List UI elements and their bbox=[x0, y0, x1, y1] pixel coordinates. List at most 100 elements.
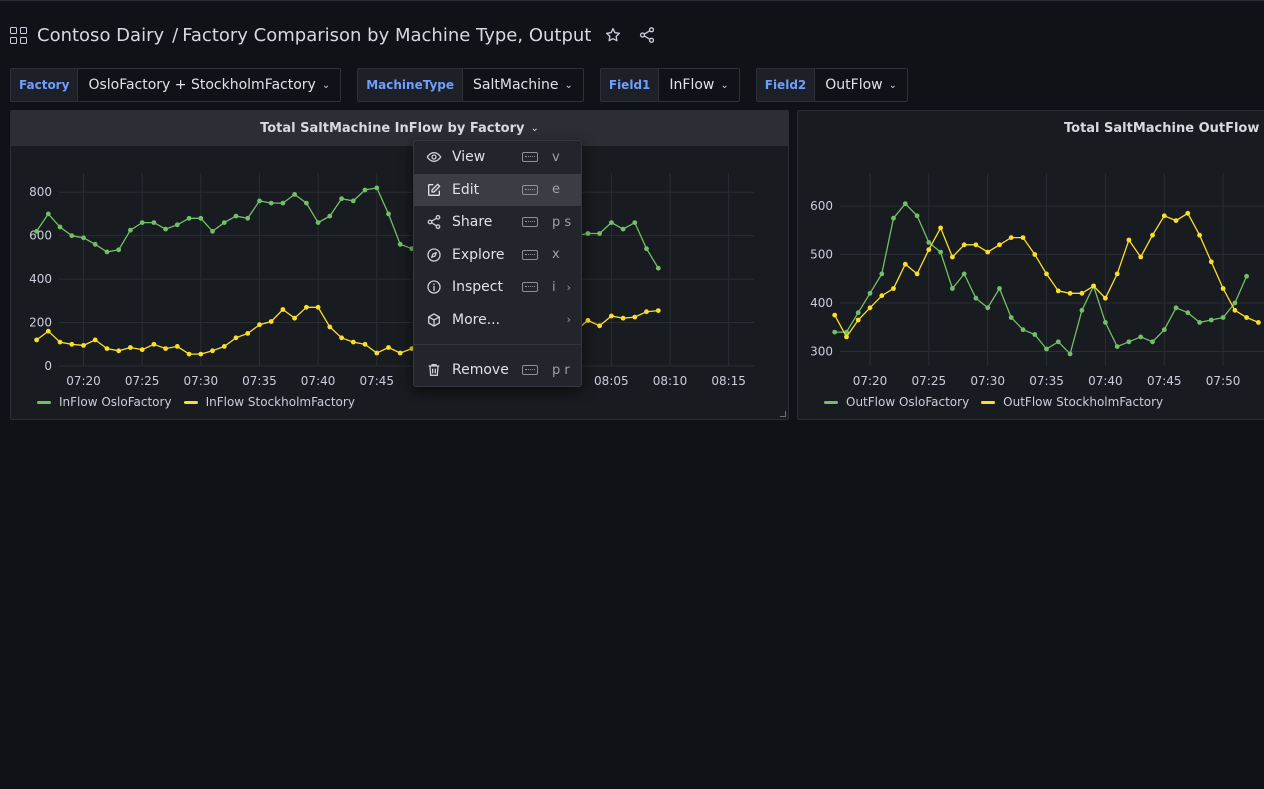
data-point bbox=[233, 213, 239, 219]
legend-item[interactable]: OutFlow OsloFactory bbox=[824, 395, 969, 409]
data-point bbox=[832, 329, 838, 335]
dashboard-title[interactable]: Factory Comparison by Machine Type, Outp… bbox=[182, 25, 591, 46]
data-point bbox=[879, 271, 885, 277]
x-tick-label: 07:20 bbox=[853, 374, 888, 388]
data-point bbox=[1244, 273, 1249, 279]
data-point bbox=[233, 335, 239, 341]
machinetype-select[interactable]: SaltMachine ⌄ bbox=[463, 68, 584, 102]
data-point bbox=[1091, 283, 1096, 289]
data-point bbox=[374, 185, 380, 191]
data-point bbox=[620, 226, 626, 232]
data-point bbox=[339, 335, 344, 341]
breadcrumb-root[interactable]: Contoso Dairy bbox=[37, 25, 164, 46]
shortcut-key: i bbox=[552, 279, 556, 295]
x-tick-label: 07:20 bbox=[66, 374, 101, 388]
trash-icon bbox=[426, 362, 442, 378]
data-point bbox=[280, 307, 286, 312]
data-point bbox=[104, 249, 110, 255]
data-point bbox=[362, 341, 368, 347]
dashboard-header: Contoso Dairy / Factory Comparison by Ma… bbox=[10, 21, 659, 49]
data-point bbox=[902, 261, 908, 267]
menu-item-label: View bbox=[452, 149, 486, 166]
data-point bbox=[1185, 310, 1191, 316]
data-point bbox=[1020, 327, 1026, 333]
data-point bbox=[1103, 295, 1108, 301]
data-point bbox=[1161, 327, 1167, 333]
menu-item-more[interactable]: More... › bbox=[414, 304, 581, 337]
x-tick-label: 07:50 bbox=[1206, 374, 1241, 388]
data-point bbox=[92, 241, 98, 247]
legend-swatch bbox=[37, 400, 51, 404]
data-point bbox=[609, 313, 614, 319]
data-point bbox=[891, 215, 896, 221]
data-point bbox=[1138, 254, 1144, 260]
legend-item[interactable]: OutFlow StockholmFactory bbox=[981, 395, 1163, 409]
cube-icon bbox=[426, 312, 442, 328]
star-icon[interactable] bbox=[601, 23, 625, 47]
chevron-down-icon: ⌄ bbox=[564, 79, 573, 91]
data-point bbox=[1150, 232, 1155, 238]
data-point bbox=[1114, 344, 1120, 349]
resize-handle[interactable] bbox=[780, 411, 786, 417]
outflow-chart: 300 400 500 600 07:20 07:25 07:30 07:35 07:40 07:… bbox=[810, 173, 1264, 388]
data-point bbox=[210, 348, 215, 354]
data-point bbox=[1220, 315, 1226, 320]
menu-divider bbox=[414, 344, 581, 345]
apps-icon[interactable] bbox=[10, 26, 27, 44]
series-line bbox=[834, 202, 1248, 356]
legend-swatch bbox=[981, 400, 996, 404]
data-point bbox=[139, 347, 145, 353]
menu-item-remove[interactable]: Remove p r bbox=[414, 354, 581, 387]
menu-item-inspect[interactable]: Inspect i › bbox=[414, 271, 581, 304]
data-point bbox=[1044, 346, 1049, 352]
menu-item-view[interactable]: View v bbox=[414, 141, 581, 174]
data-point bbox=[186, 215, 192, 221]
field2-select[interactable]: OutFlow ⌄ bbox=[815, 68, 908, 102]
data-point bbox=[174, 344, 180, 349]
data-point bbox=[128, 345, 133, 350]
x-tick-label: 07:40 bbox=[1088, 374, 1123, 388]
data-point bbox=[1126, 237, 1132, 243]
x-tick-label: 07:45 bbox=[1147, 374, 1182, 388]
y-tick-label: 0 bbox=[44, 359, 52, 373]
share-icon[interactable] bbox=[635, 23, 659, 47]
data-point bbox=[350, 339, 356, 345]
variable-label-field1: Field1 bbox=[599, 68, 660, 102]
data-point bbox=[257, 322, 262, 328]
legend-item[interactable]: InFlow OsloFactory bbox=[37, 395, 172, 409]
inflow-chart: 0 200 400 600 800 07:20 07:25 07:30 07:35 07:40 07… bbox=[29, 173, 754, 388]
data-point bbox=[315, 304, 321, 310]
field1-select[interactable]: InFlow ⌄ bbox=[659, 68, 740, 102]
x-tick-label: 07:25 bbox=[125, 374, 160, 388]
data-point bbox=[655, 308, 661, 313]
data-point bbox=[374, 350, 380, 356]
legend-label: OutFlow OsloFactory bbox=[846, 395, 970, 409]
data-point bbox=[844, 334, 849, 340]
field2-select-value: OutFlow bbox=[825, 77, 883, 93]
data-point bbox=[973, 295, 979, 301]
compass-icon bbox=[426, 247, 442, 263]
eye-icon bbox=[426, 149, 442, 165]
x-tick-label: 08:05 bbox=[594, 374, 629, 388]
data-point bbox=[327, 324, 333, 330]
menu-item-edit[interactable]: Edit e bbox=[414, 173, 581, 206]
data-point bbox=[198, 215, 204, 221]
data-point bbox=[163, 226, 169, 232]
data-point bbox=[997, 286, 1002, 291]
panel-inflow: Total SaltMachine InFlow by Factory ⌄ 0 20… bbox=[10, 110, 789, 420]
data-point bbox=[1126, 339, 1132, 345]
menu-item-explore[interactable]: Explore x bbox=[414, 239, 581, 272]
data-point bbox=[902, 201, 908, 207]
factory-select-value: OsloFactory + StockholmFactory bbox=[88, 77, 316, 93]
data-point bbox=[985, 305, 991, 311]
data-point bbox=[867, 305, 873, 311]
menu-item-label: Edit bbox=[452, 181, 480, 198]
legend-item[interactable]: InFlow StockholmFactory bbox=[183, 395, 355, 409]
panel-context-menu: View v Edit e Share p s Explore x Inspec… bbox=[413, 140, 582, 387]
factory-select[interactable]: OsloFactory + StockholmFactory ⌄ bbox=[78, 68, 342, 102]
data-point bbox=[292, 192, 297, 197]
legend-label: InFlow StockholmFactory bbox=[205, 395, 355, 409]
data-point bbox=[34, 228, 39, 234]
menu-item-share[interactable]: Share p s bbox=[414, 206, 581, 239]
data-point bbox=[1103, 320, 1108, 325]
